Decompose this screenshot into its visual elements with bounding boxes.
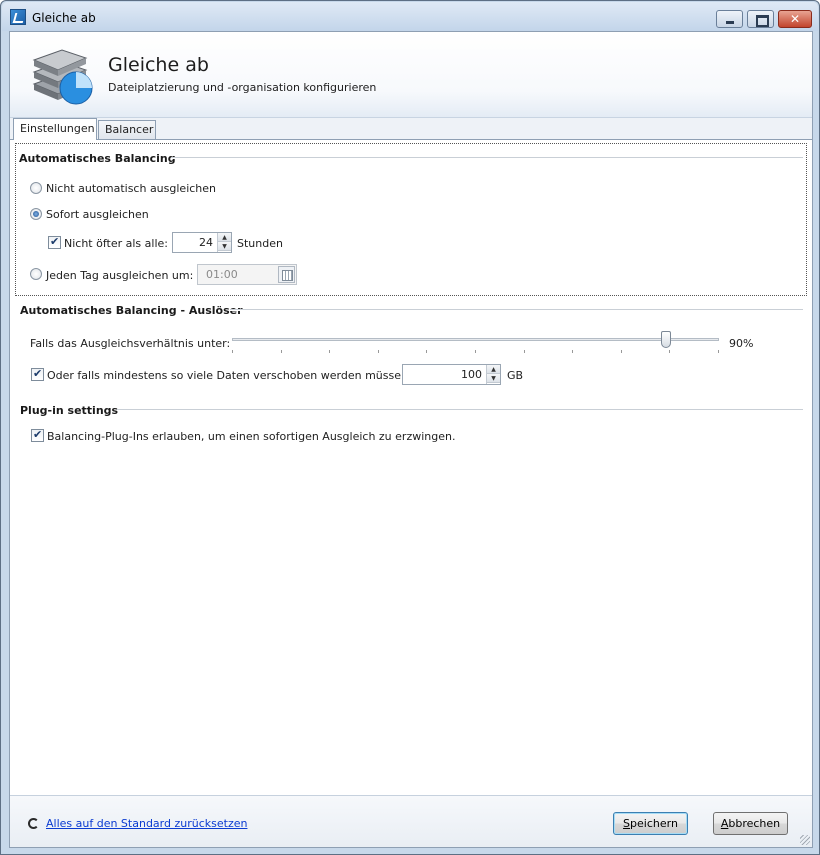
checkbox-not-more-often[interactable] [48,235,61,249]
maximize-button[interactable] [747,10,774,28]
calendar-icon[interactable] [278,266,295,283]
window-title: Gleiche ab [32,11,96,25]
hours-value: 24 [199,236,213,249]
hours-stepper[interactable]: 24 ▲ ▼ [172,232,232,253]
page-subtitle: Dateiplatzierung und -organisation konfi… [108,81,377,94]
section-title-trigger: Automatisches Balancing - Auslöser [20,304,243,317]
daily-time-field[interactable]: 01:00 [197,264,297,285]
ratio-slider-ticks [232,350,719,354]
section-title-plugins: Plug-in settings [20,404,119,417]
page-title: Gleiche ab [108,54,209,76]
radio-immediate[interactable] [30,208,42,220]
cancel-button-label: bbrechen [728,817,781,830]
cancel-button[interactable]: Abbrechen [713,812,788,835]
settings-panel: Automatisches Balancing Nicht automatisc… [10,139,812,795]
not-more-often-label[interactable]: Nicht öfter als alle: [64,237,168,250]
window: Gleiche ab ✕ Gleiche ab Dateiplatzierung… [0,0,820,855]
daily-time-value: 01:00 [206,268,238,281]
radio-daily-label[interactable]: Jeden Tag ausgleichen um: [46,269,193,282]
section-divider [171,157,803,159]
ratio-slider-thumb[interactable] [661,331,671,348]
section-divider [117,409,803,411]
radio-no-auto-label[interactable]: Nicht automatisch ausgleichen [46,182,216,195]
refresh-icon [28,818,39,829]
checkbox-allow-plugins[interactable] [31,428,44,442]
slider-tick [281,350,282,353]
slider-tick [329,350,330,353]
close-icon: ✕ [789,12,801,26]
tab-balancer[interactable]: Balancer [98,120,156,140]
radio-no-auto[interactable] [30,182,42,194]
hours-down-arrow-icon[interactable]: ▼ [218,242,231,251]
minimize-button[interactable] [716,10,743,28]
save-button[interactable]: Speichern [613,812,688,835]
section-title-auto-balancing: Automatisches Balancing [19,152,176,165]
data-amount-value: 100 [461,368,482,381]
data-amount-stepper[interactable]: 100 ▲ ▼ [402,364,501,385]
ratio-value: 90% [729,337,754,350]
slider-tick [378,350,379,353]
data-up-arrow-icon[interactable]: ▲ [487,365,500,374]
save-button-mnemonic: S [623,817,631,830]
ratio-label: Falls das Ausgleichsverhältnis unter: [30,337,231,350]
radio-daily[interactable] [30,268,42,280]
resize-grip[interactable] [800,835,810,845]
tab-strip: Einstellungen Balancer [10,118,812,140]
data-amount-unit: GB [507,369,524,382]
hours-up-arrow-icon[interactable]: ▲ [218,233,231,242]
radio-immediate-label[interactable]: Sofort ausgleichen [46,208,149,221]
allow-plugins-label[interactable]: Balancing-Plug-Ins erlauben, um einen so… [47,430,455,443]
dialog-header: Gleiche ab Dateiplatzierung und -organis… [10,32,812,118]
tab-einstellungen[interactable]: Einstellungen [13,118,97,140]
slider-tick [621,350,622,353]
section-divider [230,309,803,311]
close-button[interactable]: ✕ [778,10,812,28]
checkbox-data-threshold[interactable] [31,367,44,381]
ratio-slider-track[interactable] [232,338,719,341]
slider-tick [426,350,427,353]
slider-tick [572,350,573,353]
slider-tick [718,350,719,353]
slider-tick [232,350,233,353]
dialog-footer: Alles auf den Standard zurücksetzen Spei… [10,795,812,847]
slider-tick [475,350,476,353]
app-icon [10,9,26,25]
hours-unit: Stunden [237,237,283,250]
slider-tick [524,350,525,353]
reset-defaults-link[interactable]: Alles auf den Standard zurücksetzen [46,817,247,830]
data-down-arrow-icon[interactable]: ▼ [487,374,500,383]
title-bar[interactable]: Gleiche ab ✕ [2,2,818,31]
slider-tick [669,350,670,353]
data-threshold-label[interactable]: Oder falls mindestens so viele Daten ver… [47,369,412,382]
save-button-label: peichern [630,817,678,830]
disk-balance-icon [32,49,93,105]
dialog-client: Gleiche ab Dateiplatzierung und -organis… [9,31,813,848]
